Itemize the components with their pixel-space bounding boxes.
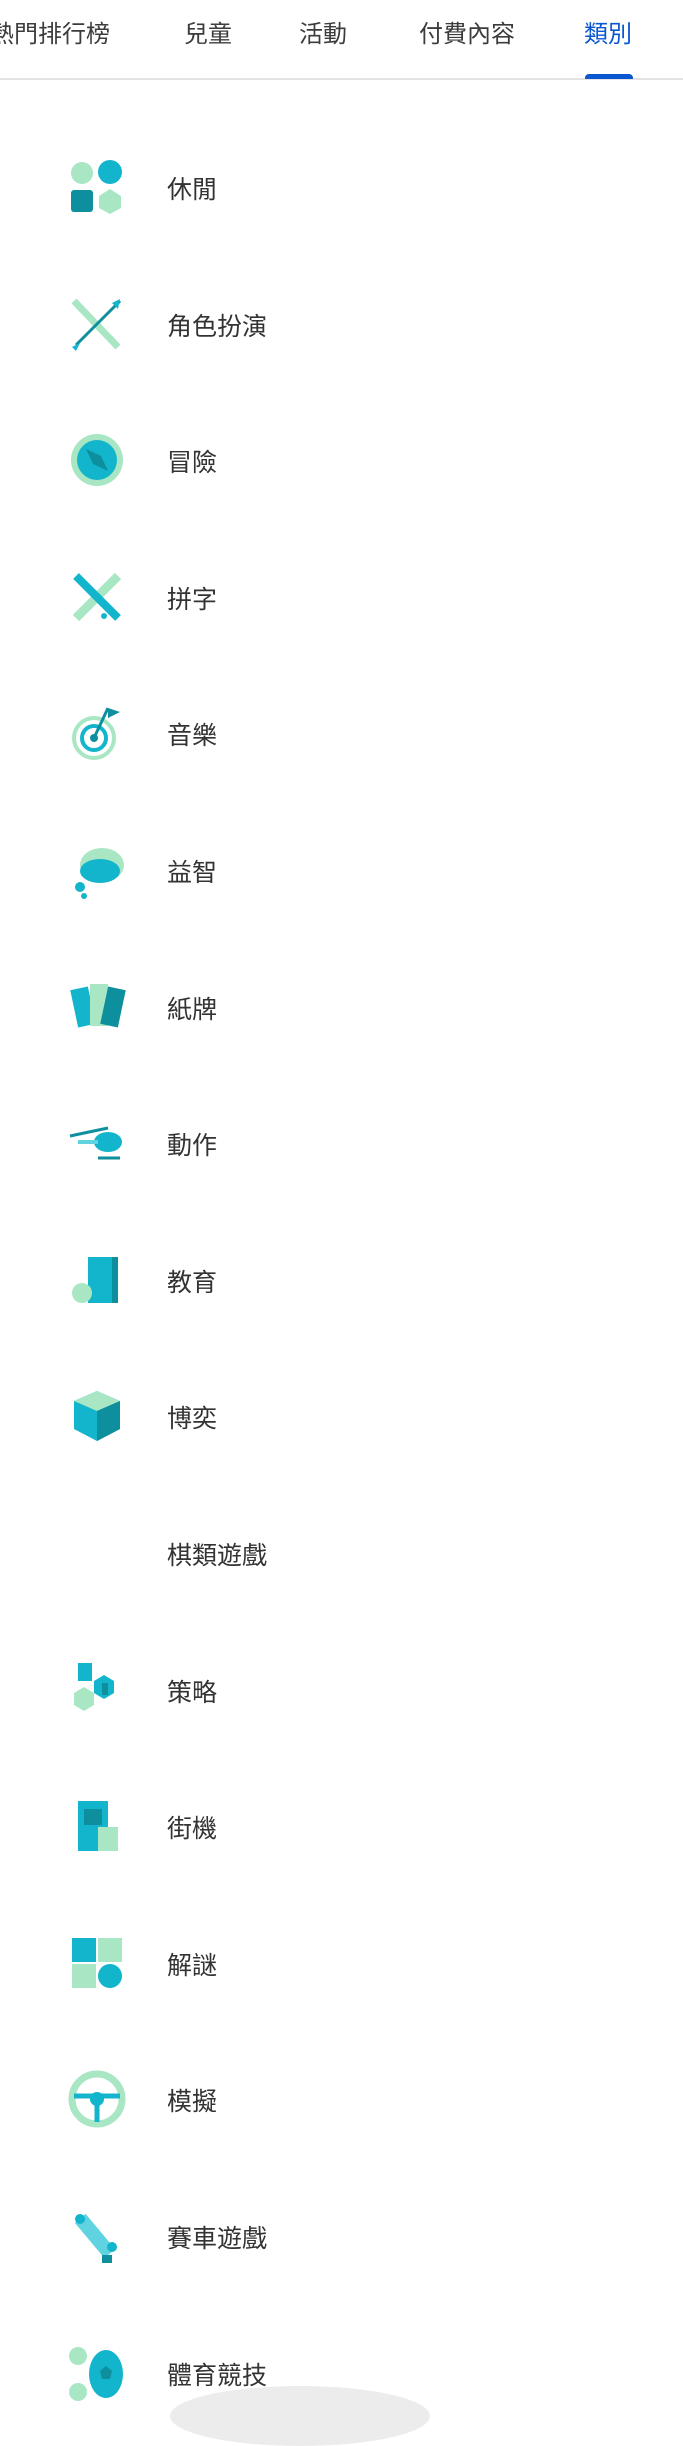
active-tab-indicator: [585, 74, 633, 79]
category-label: 解謎: [167, 1950, 218, 1980]
category-label: 街機: [167, 1814, 218, 1844]
thought-cloud-icon: [68, 841, 126, 899]
category-label: 賽車遊戲: [167, 2224, 268, 2253]
category-label: 教育: [167, 1267, 218, 1297]
swords-icon: [68, 295, 126, 353]
bottom-overlay: [170, 2386, 430, 2446]
category-item[interactable]: 紙牌: [0, 956, 683, 1056]
book-apple-icon: [68, 1251, 126, 1309]
category-label: 模擬: [167, 2087, 218, 2117]
category-item[interactable]: 動作: [0, 1092, 683, 1192]
category-label: 策略: [167, 1677, 218, 1707]
word-icon: [68, 568, 126, 626]
category-item[interactable]: 益智: [0, 819, 683, 919]
category-item[interactable]: 拼字: [0, 546, 683, 646]
category-label: 角色扮演: [167, 311, 268, 341]
tab-kids[interactable]: 兒童: [184, 14, 232, 49]
steering-wheel-icon: [68, 2070, 126, 2128]
dice-icon: [68, 1387, 126, 1445]
category-item[interactable]: 棋類遊戲: [0, 1502, 683, 1602]
casual-icon: [68, 158, 126, 216]
tab-bar: 熱門排行榜 兒童 活動 付費內容 類別: [0, 0, 683, 80]
race-car-icon: [68, 2207, 126, 2265]
cards-icon: [68, 978, 126, 1036]
category-item[interactable]: 休閒: [0, 136, 683, 236]
category-label: 動作: [167, 1131, 218, 1161]
tab-top-charts[interactable]: 熱門排行榜: [0, 14, 110, 49]
category-label: 休閒: [167, 175, 218, 204]
tab-events[interactable]: 活動: [299, 14, 347, 49]
category-item[interactable]: 解謎: [0, 1912, 683, 2012]
tab-premium[interactable]: 付費內容: [419, 14, 515, 49]
category-label: 體育競技: [167, 2360, 268, 2390]
category-item[interactable]: 博奕: [0, 1365, 683, 1465]
category-label: 冒險: [167, 448, 218, 478]
category-label: 棋類遊戲: [167, 1541, 268, 1570]
music-target-icon: [68, 704, 126, 762]
category-item[interactable]: 模擬: [0, 2048, 683, 2148]
category-item[interactable]: 賽車遊戲: [0, 2185, 683, 2285]
tab-categories[interactable]: 類別: [584, 14, 632, 49]
category-item[interactable]: 角色扮演: [0, 273, 683, 373]
sports-balls-icon: [68, 2344, 126, 2402]
category-label: 益智: [167, 858, 218, 887]
category-item[interactable]: 教育: [0, 1229, 683, 1329]
category-label: 音樂: [167, 721, 218, 751]
puzzle-icon: [68, 1934, 126, 1992]
category-item[interactable]: 街機: [0, 1775, 683, 1875]
helicopter-icon: [68, 1114, 126, 1172]
category-item[interactable]: 音樂: [0, 682, 683, 782]
category-item[interactable]: 冒險: [0, 409, 683, 509]
category-label: 紙牌: [167, 994, 218, 1024]
category-label: 博奕: [167, 1404, 218, 1434]
strategy-icon: [68, 1661, 126, 1719]
compass-icon: [68, 431, 126, 489]
category-item[interactable]: 策略: [0, 1639, 683, 1739]
category-label: 拼字: [167, 584, 218, 614]
arcade-icon: [68, 1797, 126, 1855]
